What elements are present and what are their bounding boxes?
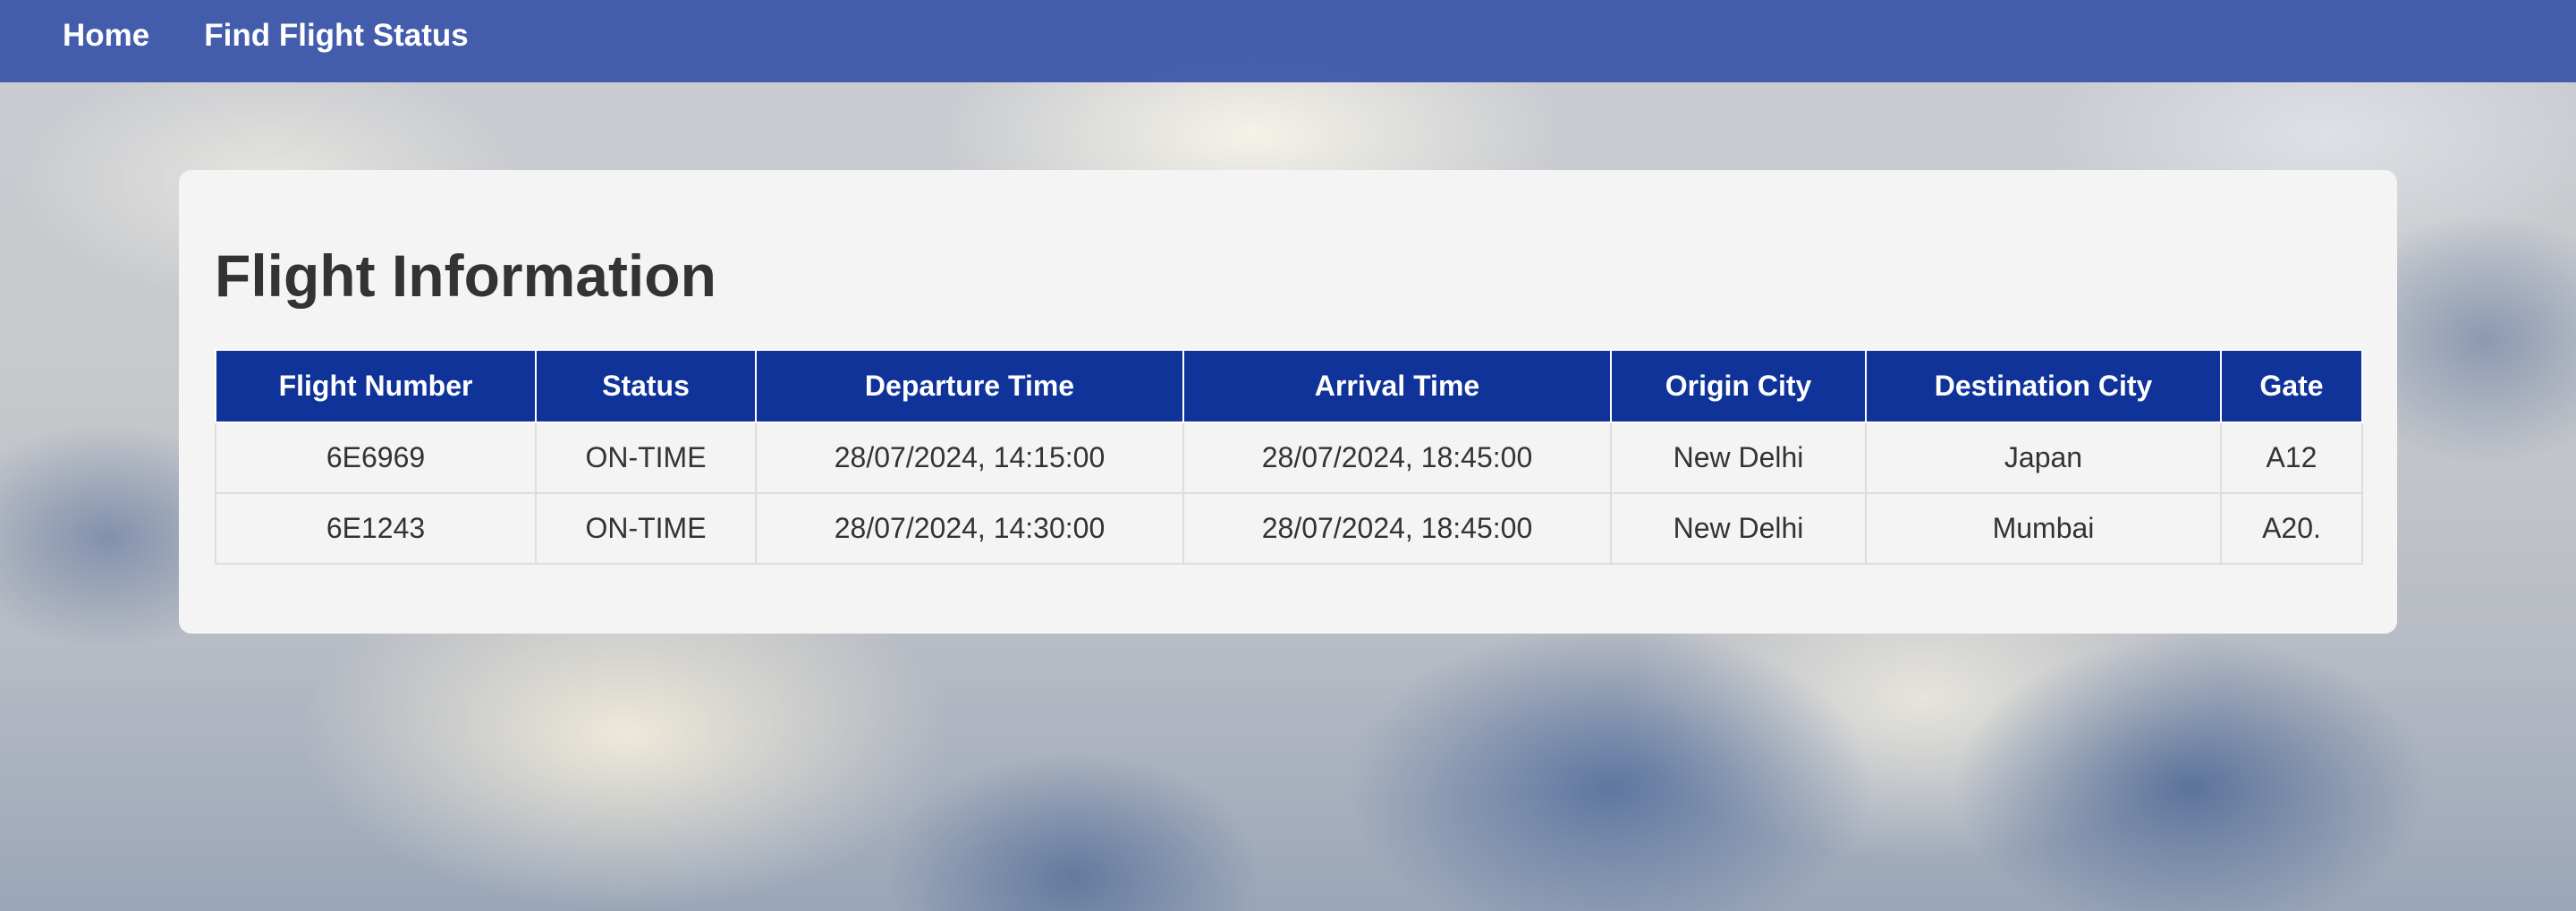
table-row: 6E1243 ON-TIME 28/07/2024, 14:30:00 28/0… (215, 492, 2363, 565)
cell-departure-time: 28/07/2024, 14:15:00 (755, 421, 1184, 494)
cell-arrival-time: 28/07/2024, 18:45:00 (1182, 492, 1612, 565)
nav-link-home[interactable]: Home (63, 18, 149, 54)
cell-departure-time: 28/07/2024, 14:30:00 (755, 492, 1184, 565)
nav-link-find-flight-status[interactable]: Find Flight Status (204, 18, 469, 54)
header-departure-time: Departure Time (755, 349, 1184, 423)
top-nav-bar: Home Find Flight Status (0, 0, 2576, 82)
flight-table: Flight Number Status Departure Time Arri… (215, 349, 2363, 565)
cell-status: ON-TIME (535, 492, 757, 565)
cell-origin-city: New Delhi (1610, 492, 1867, 565)
header-flight-number: Flight Number (215, 349, 537, 423)
table-header-row: Flight Number Status Departure Time Arri… (215, 349, 2363, 423)
flight-info-card: Flight Information Flight Number Status … (179, 170, 2397, 634)
cell-origin-city: New Delhi (1610, 421, 1867, 494)
cell-status: ON-TIME (535, 421, 757, 494)
table-row: 6E6969 ON-TIME 28/07/2024, 14:15:00 28/0… (215, 421, 2363, 494)
cell-flight-number: 6E1243 (215, 492, 537, 565)
cell-gate: A12 (2220, 421, 2363, 494)
header-destination-city: Destination City (1865, 349, 2222, 423)
cell-destination-city: Japan (1865, 421, 2222, 494)
cell-gate: A20. (2220, 492, 2363, 565)
cell-arrival-time: 28/07/2024, 18:45:00 (1182, 421, 1612, 494)
header-origin-city: Origin City (1610, 349, 1867, 423)
header-status: Status (535, 349, 757, 423)
header-gate: Gate (2220, 349, 2363, 423)
page-title: Flight Information (215, 243, 716, 309)
cell-destination-city: Mumbai (1865, 492, 2222, 565)
cell-flight-number: 6E6969 (215, 421, 537, 494)
header-arrival-time: Arrival Time (1182, 349, 1612, 423)
